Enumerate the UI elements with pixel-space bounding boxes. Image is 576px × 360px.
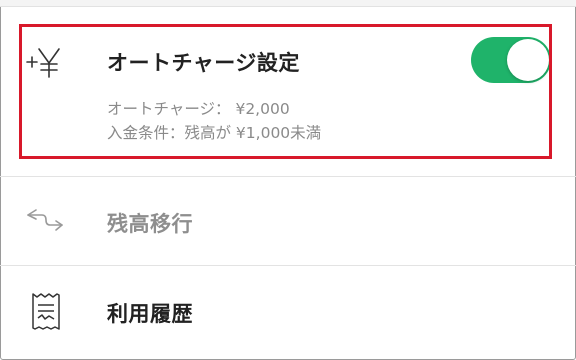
usage-history-title: 利用履歴 <box>107 302 193 326</box>
top-edge <box>0 0 576 7</box>
balance-transfer-title: 残高移行 <box>107 212 193 236</box>
highlight-box <box>19 24 552 159</box>
transfer-arrows-icon <box>27 209 63 231</box>
divider <box>0 265 576 266</box>
divider <box>0 176 576 177</box>
receipt-icon <box>32 293 60 330</box>
